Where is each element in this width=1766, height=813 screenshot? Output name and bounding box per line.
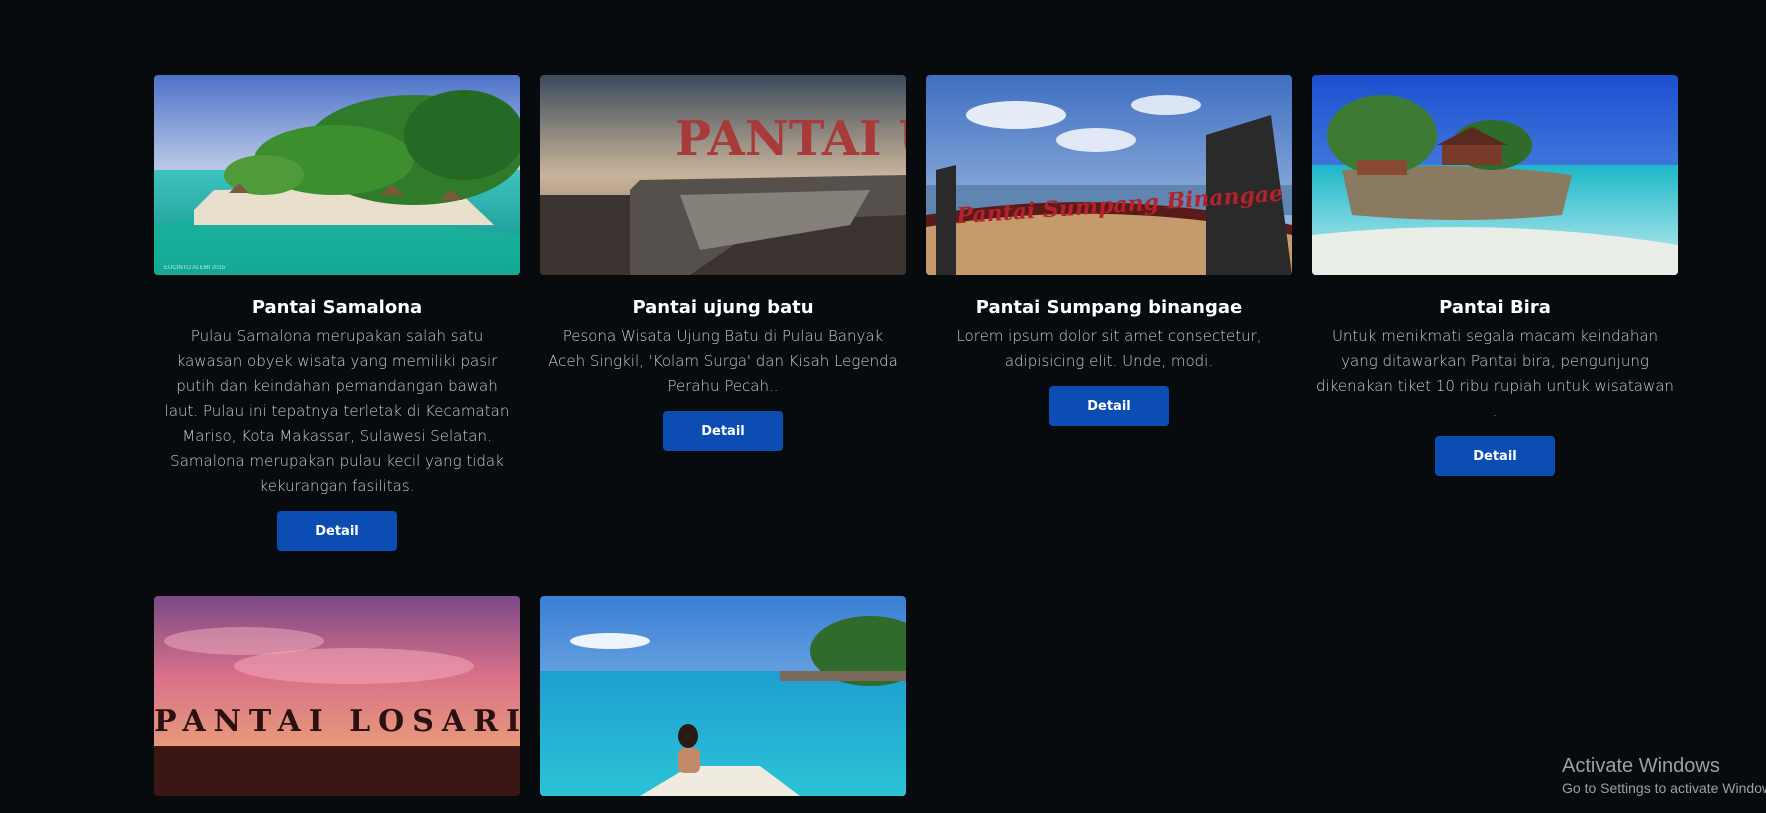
card-image-bira [1312, 75, 1678, 275]
card-description: Lorem ipsum dolor sit amet consectetur, … [956, 327, 1262, 370]
card-image-ujung-batu: PANTAI UJU [540, 75, 906, 275]
card-title: Pantai Sumpang binangae [975, 297, 1243, 318]
card-image-boat [540, 596, 906, 796]
watermark-title: Activate Windows [1562, 755, 1720, 777]
card-pantai-bira: Pantai Bira Untuk menikmati segala macam… [1312, 75, 1678, 476]
card-title: Pantai Samalona [251, 297, 423, 318]
card-title: Pantai Bira [1439, 297, 1551, 318]
card-pantai-losari: PANTAI LOSARI [154, 596, 520, 796]
page: EUCINTO ALEMI 2015 Pantai Samalona Pulau… [0, 0, 1766, 813]
card-title: Pantai ujung batu [632, 297, 814, 318]
watermark-subtitle: Go to Settings to activate Windows. [1562, 780, 1766, 796]
card-pantai-samalona: EUCINTO ALEMI 2015 Pantai Samalona Pulau… [154, 75, 520, 551]
card-description: Untuk menikmati segala macam keindahan y… [1316, 327, 1674, 420]
card-image-losari: PANTAI LOSARI [154, 596, 520, 796]
activate-windows-watermark: Activate Windows Go to Settings to activ… [1562, 754, 1766, 798]
card-beach-boat [540, 596, 906, 796]
card-description: Pulau Samalona merupakan salah satu kawa… [164, 327, 510, 495]
card-description: Pesona Wisata Ujung Batu di Pulau Banyak… [548, 327, 898, 395]
detail-button[interactable]: Detail [1049, 386, 1169, 426]
card-image-samalona: EUCINTO ALEMI 2015 [154, 75, 520, 275]
detail-button[interactable]: Detail [663, 411, 783, 451]
detail-button[interactable]: Detail [1435, 436, 1555, 476]
card-pantai-sumpang-binangae: Pantai Sumpang Binangae Pantai Sumpang b… [926, 75, 1292, 426]
card-image-sumpang-binangae: Pantai Sumpang Binangae [926, 75, 1292, 275]
image-caption: EUCINTO ALEMI 2015 [164, 265, 226, 271]
image-sign-text: PANTAI UJU [675, 111, 906, 167]
detail-button[interactable]: Detail [277, 511, 397, 551]
card-pantai-ujung-batu: PANTAI UJU Pantai ujung batu Pesona Wisa… [540, 75, 906, 451]
